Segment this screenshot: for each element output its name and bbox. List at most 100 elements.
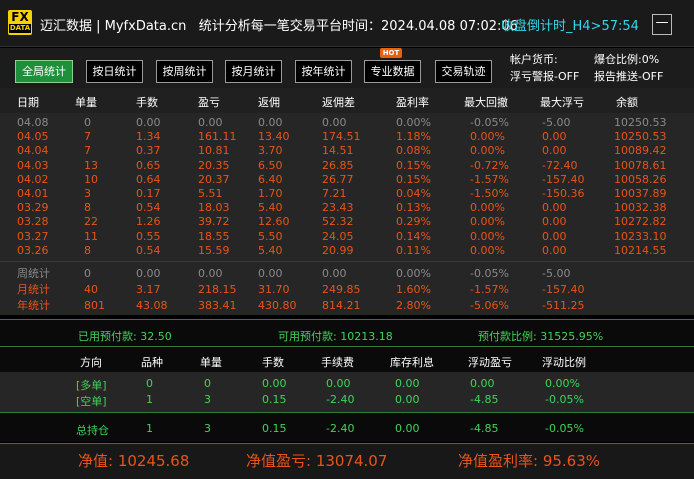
- position-float-ratio: 0.00%: [545, 377, 580, 390]
- tab-trade-track[interactable]: 交易轨迹: [435, 60, 492, 83]
- cell-max-drawdown: -0.72%: [470, 158, 509, 172]
- cell-date: 04.05: [17, 130, 49, 144]
- cell-date: 04.02: [17, 172, 49, 186]
- cell-max-float-loss: 0.00: [542, 215, 567, 229]
- cell-date: 月统计: [17, 283, 50, 296]
- cell-rebate-diff: 20.99: [322, 243, 354, 257]
- table-row: 03.28 22 1.26 39.72 12.60 52.32 0.29% 0.00% 0.00…: [0, 215, 694, 228]
- cell-lots: 0.55: [136, 229, 161, 243]
- cell-rebate: 5.40: [258, 201, 283, 215]
- cell-orders: 3: [84, 187, 91, 200]
- col-profit-rate: 盈利率: [396, 96, 429, 109]
- position-orders: 0: [204, 377, 211, 390]
- tab-weekly-stats[interactable]: 按周统计: [156, 60, 213, 83]
- cell-max-float-loss: -157.40: [542, 172, 585, 186]
- tab-global-stats[interactable]: 全局统计: [15, 60, 73, 83]
- report-push-toggle[interactable]: 报告推送-OFF: [594, 68, 663, 84]
- pos-col-lots: 手数: [262, 356, 284, 369]
- cell-lots: 3.17: [136, 283, 161, 296]
- toolbar: 全局统计 按日统计 按周统计 按月统计 按年统计 专业数据 HOT 交易轨迹 帐…: [0, 48, 694, 88]
- account-currency: 帐户货币:: [510, 53, 558, 66]
- cell-rebate-diff: 7.21: [322, 187, 347, 200]
- table-row: 04.05 7 1.34 161.11 13.40 174.51 1.18% 0.00% 0.0…: [0, 130, 694, 143]
- cell-rebate-diff: 24.05: [322, 229, 354, 243]
- table-row: 03.29 8 0.54 18.03 5.40 23.43 0.13% 0.00% 0.00 10…: [0, 201, 694, 214]
- cell-balance: 10058.26: [614, 172, 667, 186]
- position-direction[interactable]: [多单]: [76, 377, 107, 393]
- cell-max-drawdown: 0.00%: [470, 201, 505, 215]
- cell-balance: 10250.53: [614, 130, 667, 144]
- cell-rebate: 31.70: [258, 283, 290, 296]
- cell-orders: 801: [84, 299, 105, 312]
- cell-max-drawdown: 0.00%: [470, 215, 505, 229]
- cell-date: 04.03: [17, 158, 49, 172]
- hot-badge: HOT: [380, 48, 402, 58]
- cell-max-float-loss: -157.40: [542, 283, 585, 296]
- cell-balance: 10214.55: [614, 243, 667, 257]
- cell-date: 年统计: [17, 299, 50, 312]
- cell-rebate-diff: 0.00: [322, 267, 347, 280]
- margin-level: 预付款比例: 31525.95%: [478, 330, 604, 343]
- cell-rebate: 0.00: [258, 267, 283, 280]
- table-row: 04.04 7 0.37 10.81 3.70 14.51 0.08% 0.00% 0.00 10…: [0, 144, 694, 157]
- cell-profit-rate: 2.80%: [396, 299, 431, 312]
- tab-daily-stats[interactable]: 按日统计: [86, 60, 143, 83]
- cell-pl: 39.72: [198, 215, 230, 229]
- table-row: 04.03 13 0.65 20.35 6.50 26.85 0.15% -0.72% -72.…: [0, 159, 694, 172]
- col-orders: 单量: [75, 96, 97, 109]
- tab-pro-data[interactable]: 专业数据: [364, 60, 421, 83]
- cell-rebate: 6.50: [258, 158, 283, 172]
- cell-lots: 0.17: [136, 187, 161, 200]
- minimize-button[interactable]: —: [652, 14, 672, 35]
- cell-profit-rate: 0.15%: [396, 158, 431, 172]
- cell-rebate-diff: 26.77: [322, 172, 354, 186]
- cell-rebate: 5.40: [258, 243, 283, 257]
- float-loss-alert-toggle[interactable]: 浮亏警报-OFF: [510, 68, 579, 84]
- table-row: 03.27 11 0.55 18.55 5.50 24.05 0.14% 0.00% 0.00 1…: [0, 230, 694, 243]
- cell-profit-rate: 0.08%: [396, 144, 431, 158]
- cell-rebate-diff: 52.32: [322, 215, 354, 229]
- cell-rebate: 5.50: [258, 229, 283, 243]
- equity-profit-rate: 净值盈利率: 95.63%: [458, 452, 601, 470]
- cell-pl: 20.37: [198, 172, 230, 186]
- logo-text-top: FX: [11, 10, 29, 24]
- fxdata-logo-icon: FX DATA: [8, 10, 32, 35]
- cell-orders: 11: [84, 229, 98, 243]
- cell-max-float-loss: -5.00: [542, 116, 571, 129]
- cell-lots: 0.54: [136, 201, 161, 215]
- cell-date: 03.26: [17, 243, 49, 257]
- cell-rebate-diff: 14.51: [322, 144, 354, 158]
- cell-lots: 0.00: [136, 267, 161, 280]
- cell-profit-rate: 0.15%: [396, 172, 431, 186]
- cell-max-float-loss: -511.25: [542, 299, 585, 312]
- total-commission: -2.40: [326, 422, 355, 435]
- cell-orders: 40: [84, 283, 98, 296]
- tab-yearly-stats[interactable]: 按年统计: [295, 60, 352, 83]
- cell-max-drawdown: -1.57%: [470, 283, 509, 296]
- cell-rebate: 13.40: [258, 130, 290, 144]
- cell-date: 04.04: [17, 144, 49, 158]
- cell-profit-rate: 0.29%: [396, 215, 431, 229]
- tab-monthly-stats[interactable]: 按月统计: [225, 60, 282, 83]
- cell-pl: 0.00: [198, 116, 223, 129]
- cell-max-float-loss: 0.00: [542, 201, 567, 215]
- cell-date: 03.29: [17, 201, 49, 215]
- cell-max-drawdown: -1.57%: [470, 172, 509, 186]
- col-lots: 手数: [136, 96, 158, 109]
- cell-max-drawdown: -1.50%: [470, 187, 509, 200]
- position-lots: 0.00: [262, 377, 287, 390]
- cell-max-float-loss: 0.00: [542, 229, 567, 243]
- position-direction[interactable]: [空单]: [76, 393, 107, 409]
- cell-max-float-loss: 0.00: [542, 243, 567, 257]
- position-symbols: 0: [146, 377, 153, 390]
- summary-row: 周统计 0 0.00 0.00 0.00 0.00 0.00% -0.05% -5.00: [0, 267, 694, 280]
- positions-body: [多单] 0 0 0.00 0.00 0.00 0.00 0.00% [空单] 1 3 0.15 -2.…: [0, 372, 694, 412]
- cell-lots: 0.64: [136, 172, 161, 186]
- cell-pl: 0.00: [198, 267, 223, 280]
- close-countdown: 收盘倒计时_H4>57:54: [501, 19, 639, 34]
- pos-col-orders: 单量: [200, 356, 222, 369]
- pos-col-float-pl: 浮动盈亏: [468, 356, 512, 369]
- cell-rebate-diff: 249.85: [322, 283, 361, 296]
- table-row: 04.08 0 0.00 0.00 0.00 0.00 0.00% -0.05% -5.00 10…: [0, 116, 694, 129]
- equity-value: 净值: 10245.68: [78, 452, 190, 470]
